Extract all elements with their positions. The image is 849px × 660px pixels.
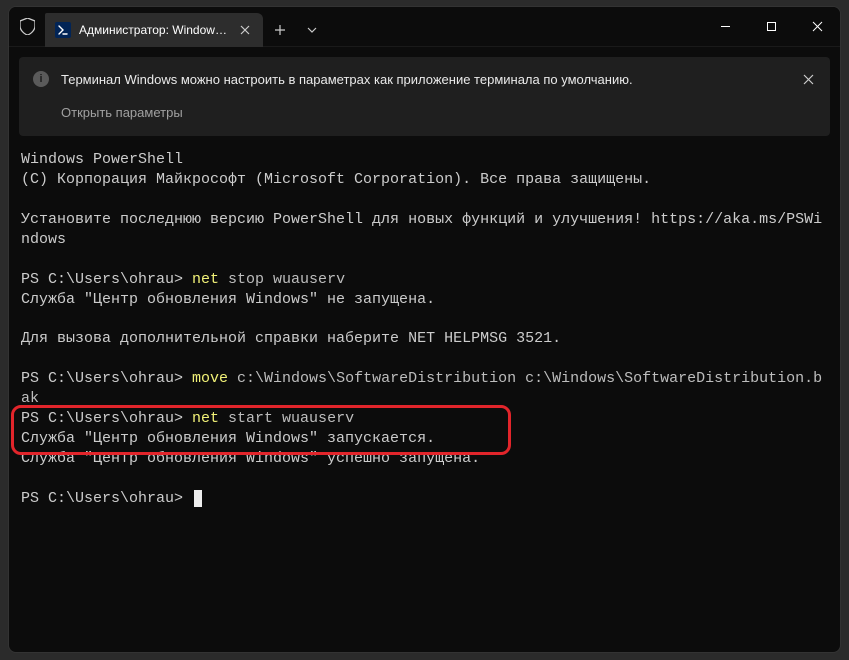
new-tab-button[interactable] <box>263 13 297 46</box>
default-terminal-banner: i Терминал Windows можно настроить в пар… <box>19 57 830 136</box>
output-line: Установите последнюю версию PowerShell д… <box>21 211 822 248</box>
prompt: PS C:\Users\ohrau> <box>21 271 192 288</box>
output-line: Windows PowerShell <box>21 151 183 168</box>
command-args: stop wuauserv <box>228 271 345 288</box>
command: move <box>192 370 237 387</box>
banner-close-button[interactable] <box>798 69 818 89</box>
maximize-button[interactable] <box>748 7 794 46</box>
command: net <box>192 410 228 427</box>
powershell-icon <box>55 22 71 38</box>
tab-powershell[interactable]: Администратор: Windows Pc <box>45 13 263 47</box>
prompt: PS C:\Users\ohrau> <box>21 370 192 387</box>
banner-message: Терминал Windows можно настроить в парам… <box>61 72 633 87</box>
info-icon: i <box>33 71 49 87</box>
terminal-window: Администратор: Windows Pc i Термина <box>8 6 841 653</box>
titlebar: Администратор: Windows Pc <box>9 7 840 47</box>
tab-dropdown-button[interactable] <box>297 13 327 46</box>
open-settings-link[interactable]: Открыть параметры <box>61 105 183 120</box>
minimize-button[interactable] <box>702 7 748 46</box>
command: net <box>192 271 228 288</box>
output-line: Для вызова дополнительной справки набери… <box>21 330 561 347</box>
output-line: (C) Корпорация Майкрософт (Microsoft Cor… <box>21 171 651 188</box>
tab-title: Администратор: Windows Pc <box>79 23 229 37</box>
output-line: Служба "Центр обновления Windows" успешн… <box>21 450 480 467</box>
prompt: PS C:\Users\ohrau> <box>21 410 192 427</box>
terminal-content[interactable]: Windows PowerShell (C) Корпорация Майкро… <box>9 136 840 652</box>
window-controls <box>702 7 840 46</box>
output-line: Служба "Центр обновления Windows" запуск… <box>21 430 435 447</box>
close-button[interactable] <box>794 7 840 46</box>
cursor <box>194 490 202 507</box>
tab-close-button[interactable] <box>237 22 253 38</box>
prompt: PS C:\Users\ohrau> <box>21 490 192 507</box>
command-args: start wuauserv <box>228 410 354 427</box>
output-line: Служба "Центр обновления Windows" не зап… <box>21 291 435 308</box>
shield-icon <box>9 7 45 46</box>
